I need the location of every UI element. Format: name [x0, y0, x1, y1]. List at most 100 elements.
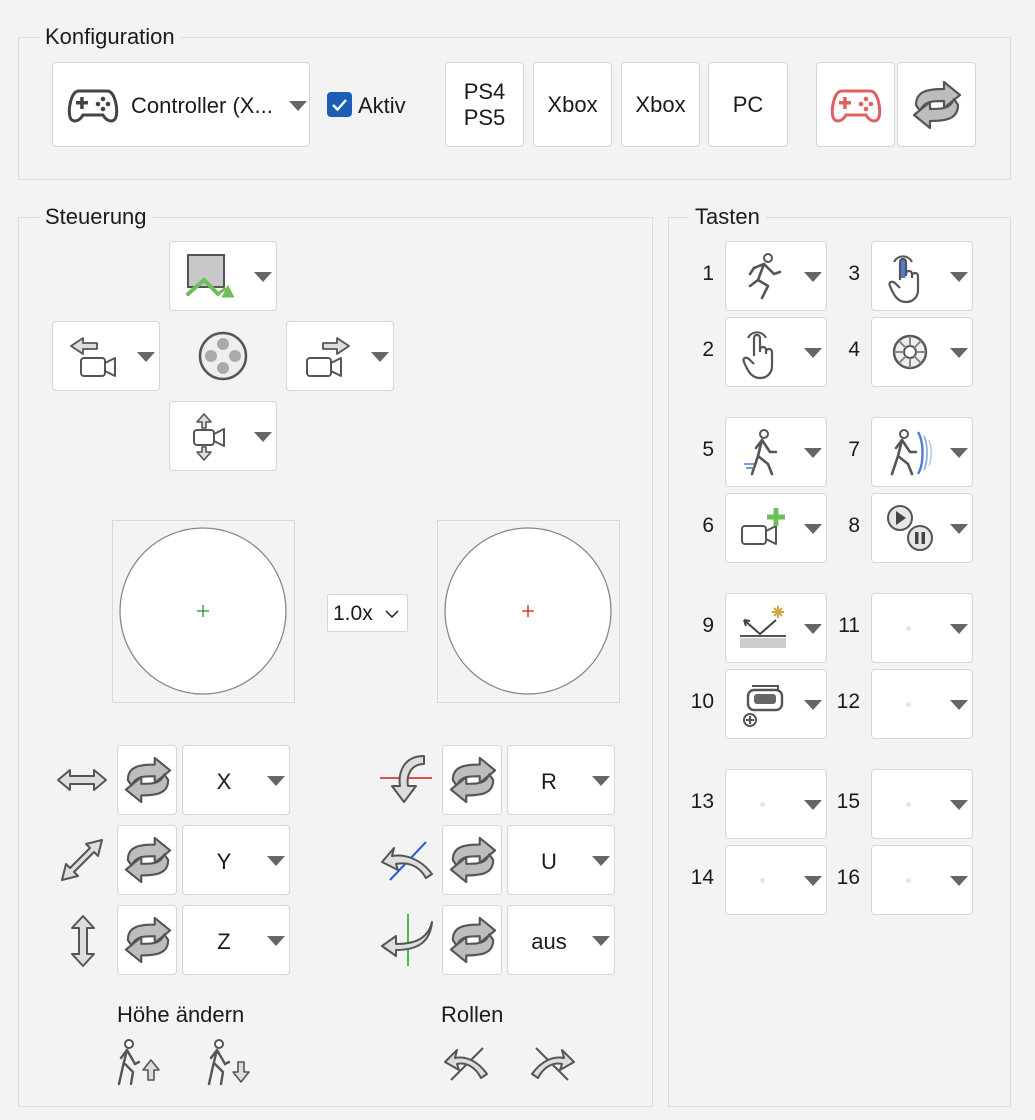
preset-ps-button[interactable]: PS4 PS5: [445, 62, 524, 147]
chevron-down-icon: [137, 352, 155, 362]
horizontal-arrow-icon: [56, 762, 108, 798]
invert-icon: [124, 836, 172, 884]
chevron-down-icon: [950, 272, 968, 282]
button-16-select[interactable]: [871, 845, 973, 915]
vr-headset-icon: [743, 685, 784, 727]
axis-roll-select[interactable]: aus: [507, 905, 615, 975]
chevron-down-icon: [804, 348, 822, 358]
empty-slot-indicator: [760, 878, 765, 883]
axis-u-value: U: [541, 849, 557, 874]
run-icon: [748, 253, 782, 300]
button-12-select[interactable]: [871, 669, 973, 739]
camera-updown-select[interactable]: [169, 401, 277, 471]
rotate-pitch-icon: [380, 834, 436, 884]
button-7-select[interactable]: [871, 417, 973, 487]
camera-right-icon: [301, 334, 353, 380]
button-3-select[interactable]: [871, 241, 973, 311]
controller-select-value: Controller (X...: [131, 93, 273, 118]
axis-x-select[interactable]: X: [182, 745, 290, 815]
chevron-down-icon: [804, 272, 822, 282]
camera-right-select[interactable]: [286, 321, 394, 391]
preset-xbox-button-2[interactable]: Xbox: [621, 62, 700, 147]
button-number: 9: [702, 614, 714, 637]
empty-slot-indicator: [906, 626, 911, 631]
button-1-select[interactable]: [725, 241, 827, 311]
button-8-select[interactable]: [871, 493, 973, 563]
invert-y-button[interactable]: [117, 825, 177, 895]
button-number: 8: [848, 514, 860, 537]
roll-left-icon[interactable]: [443, 1040, 489, 1084]
axis-r-select[interactable]: R: [507, 745, 615, 815]
reflection-icon: [740, 606, 786, 648]
preset-xbox-button-1[interactable]: Xbox: [533, 62, 612, 147]
button-9-select[interactable]: [725, 593, 827, 663]
button-number: 10: [690, 690, 714, 713]
chevron-down-icon: [950, 876, 968, 886]
chevron-down-icon: [385, 610, 399, 619]
dpad-icon: [197, 330, 249, 382]
play-pause-icon: [887, 505, 933, 551]
button-number: 16: [836, 866, 860, 889]
button-11-select[interactable]: [871, 593, 973, 663]
chevron-down-icon: [804, 700, 822, 710]
button-number: 11: [838, 614, 860, 637]
button-4-select[interactable]: [871, 317, 973, 387]
axis-u-select[interactable]: U: [507, 825, 615, 895]
button-2-select[interactable]: [725, 317, 827, 387]
chevron-down-icon: [950, 800, 968, 810]
roll-label: Rollen: [441, 1002, 504, 1027]
button-10-select[interactable]: [725, 669, 827, 739]
refresh-button[interactable]: [897, 62, 976, 147]
button-14-select[interactable]: [725, 845, 827, 915]
axis-z-select[interactable]: Z: [182, 905, 290, 975]
button-number: 7: [848, 438, 860, 461]
button-5-select[interactable]: [725, 417, 827, 487]
diagonal-arrow-icon: [58, 836, 106, 884]
config-title: Konfiguration: [39, 24, 181, 50]
height-up-icon[interactable]: [115, 1038, 163, 1088]
button-13-select[interactable]: [725, 769, 827, 839]
roll-right-icon[interactable]: [530, 1040, 576, 1084]
refresh-icon: [910, 79, 964, 131]
button-15-select[interactable]: [871, 769, 973, 839]
tasten-title: Tasten: [689, 204, 766, 230]
tap-hold-icon: [888, 255, 920, 304]
button-number: 3: [848, 262, 860, 285]
axis-y-select[interactable]: Y: [182, 825, 290, 895]
button-number: 6: [702, 514, 714, 537]
button-number: 4: [848, 338, 860, 361]
chevron-down-icon: [950, 624, 968, 634]
chevron-down-icon: [804, 624, 822, 634]
invert-u-button[interactable]: [442, 825, 502, 895]
height-down-icon[interactable]: [205, 1038, 253, 1088]
button-number: 2: [702, 338, 714, 361]
steuerung-title: Steuerung: [39, 204, 153, 230]
rotate-roll-icon: [380, 912, 436, 968]
wheel-icon: [892, 334, 928, 370]
invert-r-button[interactable]: [442, 745, 502, 815]
axis-roll-value: aus: [531, 929, 567, 954]
active-checkbox[interactable]: [327, 92, 352, 117]
controller-select[interactable]: Controller (X...: [52, 62, 310, 147]
button-6-select[interactable]: [725, 493, 827, 563]
chevron-down-icon: [950, 448, 968, 458]
chevron-down-icon: [804, 876, 822, 886]
chevron-down-icon: [592, 776, 610, 786]
invert-roll-button[interactable]: [442, 905, 502, 975]
camera-left-select[interactable]: [52, 321, 160, 391]
walk-icon: [744, 429, 778, 476]
tap-icon: [742, 331, 774, 380]
test-controller-button[interactable]: [816, 62, 895, 147]
axis-x-value: X: [216, 769, 232, 794]
invert-icon: [124, 756, 172, 804]
move-forward-select[interactable]: [169, 241, 277, 311]
active-label[interactable]: Aktiv: [358, 93, 406, 119]
gamepad-red-icon: [830, 85, 882, 125]
chevron-down-icon: [267, 856, 285, 866]
preset-pc-button[interactable]: PC: [708, 62, 788, 147]
zoom-select[interactable]: 1.0x: [327, 594, 408, 632]
invert-x-button[interactable]: [117, 745, 177, 815]
button-number: 1: [702, 262, 714, 285]
camera-add-icon: [741, 508, 785, 545]
invert-z-button[interactable]: [117, 905, 177, 975]
